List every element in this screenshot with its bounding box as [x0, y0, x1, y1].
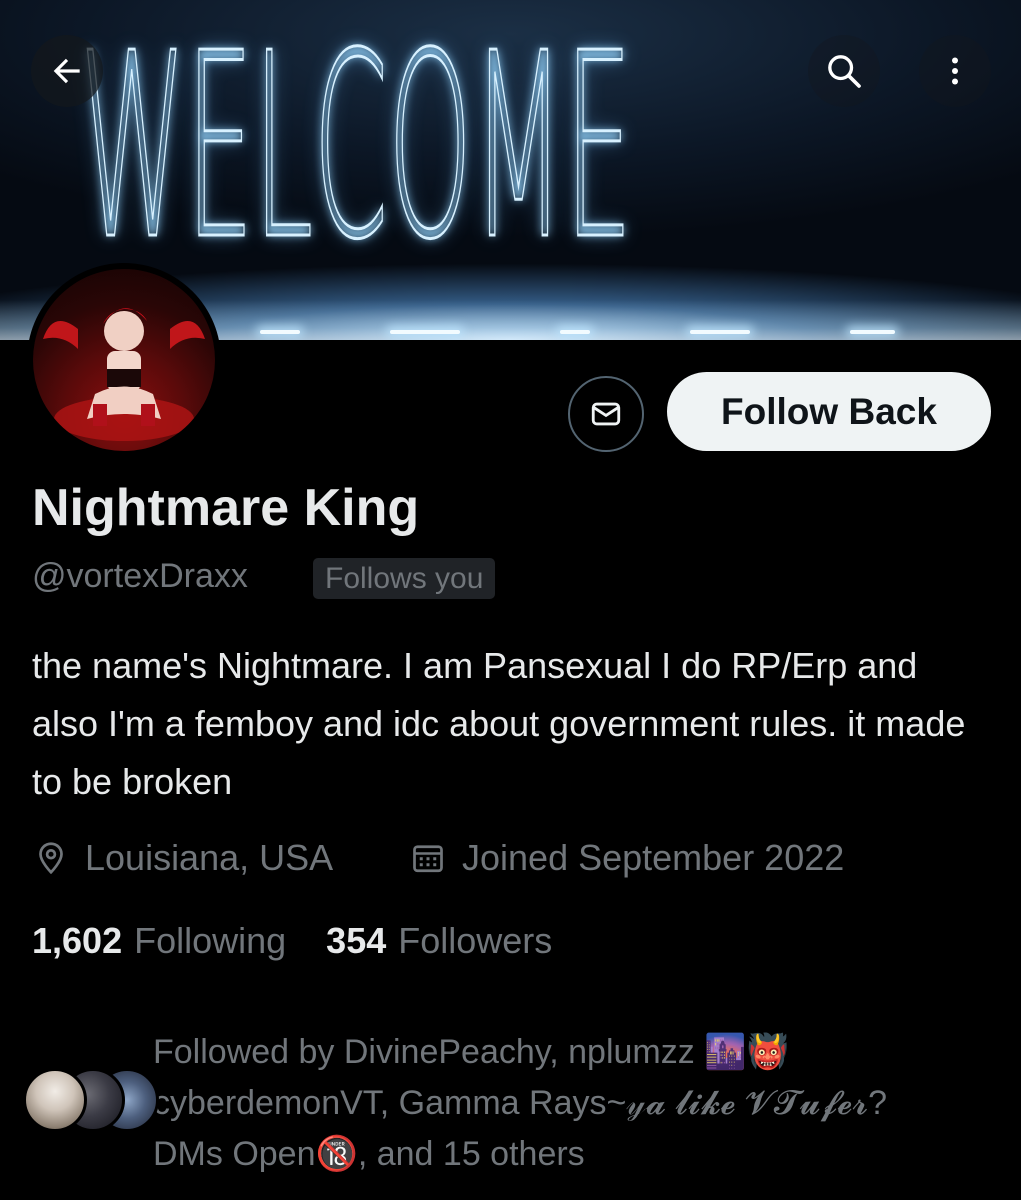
banner-light: [560, 330, 590, 334]
more-options-button[interactable]: [919, 35, 991, 107]
display-name: Nightmare King: [32, 479, 420, 537]
following-count: 1,602: [32, 920, 123, 961]
location-pin-icon: [39, 842, 63, 875]
profile-location: Louisiana, USA: [33, 836, 333, 880]
followers-label: Followers: [398, 920, 553, 961]
banner-letter: C: [313, 0, 389, 296]
follower-avatar: [23, 1068, 87, 1132]
followed-by-name: DMs Open🔞: [153, 1135, 358, 1173]
banner-letter: E: [564, 0, 633, 296]
search-button[interactable]: [808, 35, 880, 107]
followed-by-avatars[interactable]: [23, 1068, 159, 1132]
profile-avatar[interactable]: [27, 263, 221, 457]
banner-light: [690, 330, 750, 334]
follows-you-badge: Follows you: [313, 558, 496, 599]
followed-by-name: cyberdemonVT, Gamma Rays~𝓎𝓪 𝓵𝓲𝓴𝓮 𝓥𝓣𝓾𝓯𝓮𝓻?: [153, 1084, 888, 1122]
back-button[interactable]: [31, 35, 103, 107]
followed-by-suffix: , and 15 others: [357, 1135, 585, 1173]
banner-light: [850, 330, 895, 334]
followed-by-text[interactable]: Followed by DivinePeachy, nplumzz 🌆👹 cyb…: [153, 1027, 1003, 1180]
followers-count: 354: [326, 920, 387, 961]
calendar-icon: [413, 845, 443, 873]
search-icon: [828, 55, 861, 88]
banner-letter: M: [472, 0, 566, 296]
following-link[interactable]: 1,602 Following: [32, 920, 286, 962]
followed-by-prefix: Followed by: [153, 1033, 335, 1071]
banner-light: [260, 330, 300, 334]
follow-back-button[interactable]: Follow Back: [667, 372, 991, 451]
more-vertical-icon: [952, 57, 958, 85]
joined-text: Joined September 2022: [462, 837, 845, 878]
message-button[interactable]: [568, 376, 644, 452]
profile-stats: 1,602 Following 354 Followers: [32, 920, 592, 962]
avatar-illustration: [43, 308, 205, 441]
followers-link[interactable]: 354 Followers: [326, 920, 552, 962]
arrow-left-icon: [53, 58, 80, 84]
following-label: Following: [134, 920, 287, 961]
user-handle: @vortexDraxx: [32, 557, 248, 595]
profile-bio: the name's Nightmare. I am Pansexual I d…: [32, 645, 966, 802]
banner-letter: L: [253, 0, 314, 296]
followed-by-name: DivinePeachy, nplumzz 🌆👹: [343, 1033, 789, 1071]
avatar-image: [33, 269, 215, 451]
banner-letter: O: [387, 0, 473, 296]
banner-light: [390, 330, 460, 334]
profile-joined-date: Joined September 2022: [410, 836, 844, 880]
banner-letter: E: [185, 0, 254, 296]
envelope-icon: [591, 402, 621, 426]
location-text: Louisiana, USA: [85, 837, 334, 878]
banner-welcome-text: W E L C O M E: [79, 0, 633, 296]
